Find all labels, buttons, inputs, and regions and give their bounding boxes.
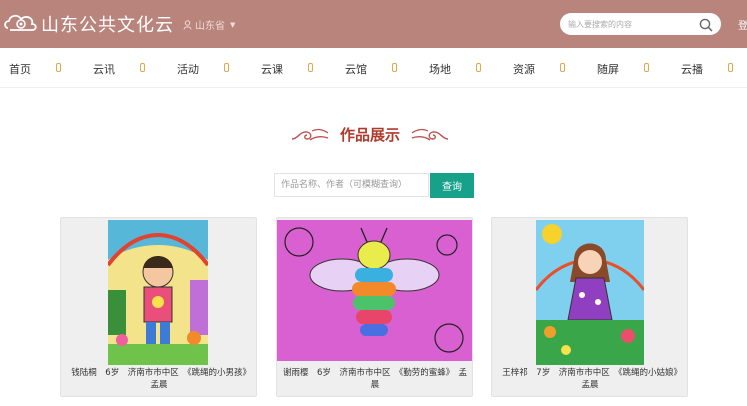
- search-box: [560, 13, 721, 35]
- nav-item-screen[interactable]: 随屏: [597, 61, 619, 77]
- search-icon[interactable]: [699, 17, 713, 36]
- nav-item-live[interactable]: 云播: [681, 61, 703, 77]
- nav-item-courses[interactable]: 云课: [261, 61, 283, 77]
- nav-separator-icon: [308, 63, 313, 72]
- nav-item-news[interactable]: 云讯: [93, 61, 115, 77]
- artwork-boy-jumping-rope: [108, 220, 208, 365]
- chevron-down-icon: ▼: [230, 20, 236, 29]
- work-caption: 王梓祁 7岁 济南市市中区 《跳绳的小姑娘》 孟晨: [502, 368, 687, 390]
- nav-separator-icon: [560, 63, 565, 72]
- nav-separator-icon: [476, 63, 481, 72]
- nav-separator-icon: [56, 63, 61, 72]
- work-card[interactable]: 钱陆桐 6岁 济南市市中区 《跳绳的小男孩》 孟晨: [60, 217, 257, 397]
- auspicious-cloud-right-icon: [411, 128, 449, 141]
- nav-item-sites[interactable]: 场地: [429, 61, 451, 77]
- nav-separator-icon: [644, 63, 649, 72]
- section-heading: 作品展示: [290, 124, 450, 145]
- nav-separator-icon: [140, 63, 145, 72]
- works-search-input[interactable]: [274, 173, 429, 197]
- work-card[interactable]: 王梓祁 7岁 济南市市中区 《跳绳的小姑娘》 孟晨: [491, 217, 688, 397]
- artwork-girl-jumping-rope: [536, 220, 644, 365]
- work-caption: 钱陆桐 6岁 济南市市中区 《跳绳的小男孩》 孟晨: [71, 368, 256, 390]
- site-title: 山东公共文化云: [41, 15, 174, 36]
- query-button[interactable]: 查询: [430, 173, 474, 198]
- work-caption: 谢雨樱 6岁 济南市市中区 《勤劳的蜜蜂》 孟晨: [283, 368, 467, 390]
- region-label: 山东省: [195, 21, 225, 32]
- cloud-logo-icon: [4, 14, 37, 31]
- nav-item-resources[interactable]: 资源: [513, 61, 535, 77]
- main-nav: 首页 云讯 活动 云课 云馆 场地 资源 随屏 云播: [0, 48, 747, 88]
- region-selector[interactable]: 山东省 ▼: [183, 17, 235, 32]
- work-card[interactable]: 谢雨樱 6岁 济南市市中区 《勤劳的蜜蜂》 孟晨: [276, 217, 473, 397]
- nav-separator-icon: [392, 63, 397, 72]
- site-logo[interactable]: 山东公共文化云: [4, 11, 174, 37]
- nav-item-activities[interactable]: 活动: [177, 61, 199, 77]
- search-input[interactable]: [568, 16, 698, 32]
- user-location-icon: [183, 19, 192, 30]
- auspicious-cloud-left-icon: [291, 128, 329, 141]
- nav-item-home[interactable]: 首页: [9, 61, 31, 77]
- nav-separator-icon: [728, 63, 733, 72]
- artwork-bee: [277, 220, 472, 361]
- nav-item-venues[interactable]: 云馆: [345, 61, 367, 77]
- nav-separator-icon: [224, 63, 229, 72]
- top-header: 山东公共文化云 山东省 ▼ 登: [0, 0, 747, 48]
- login-link[interactable]: 登: [738, 17, 747, 32]
- section-title: 作品展示: [340, 126, 401, 144]
